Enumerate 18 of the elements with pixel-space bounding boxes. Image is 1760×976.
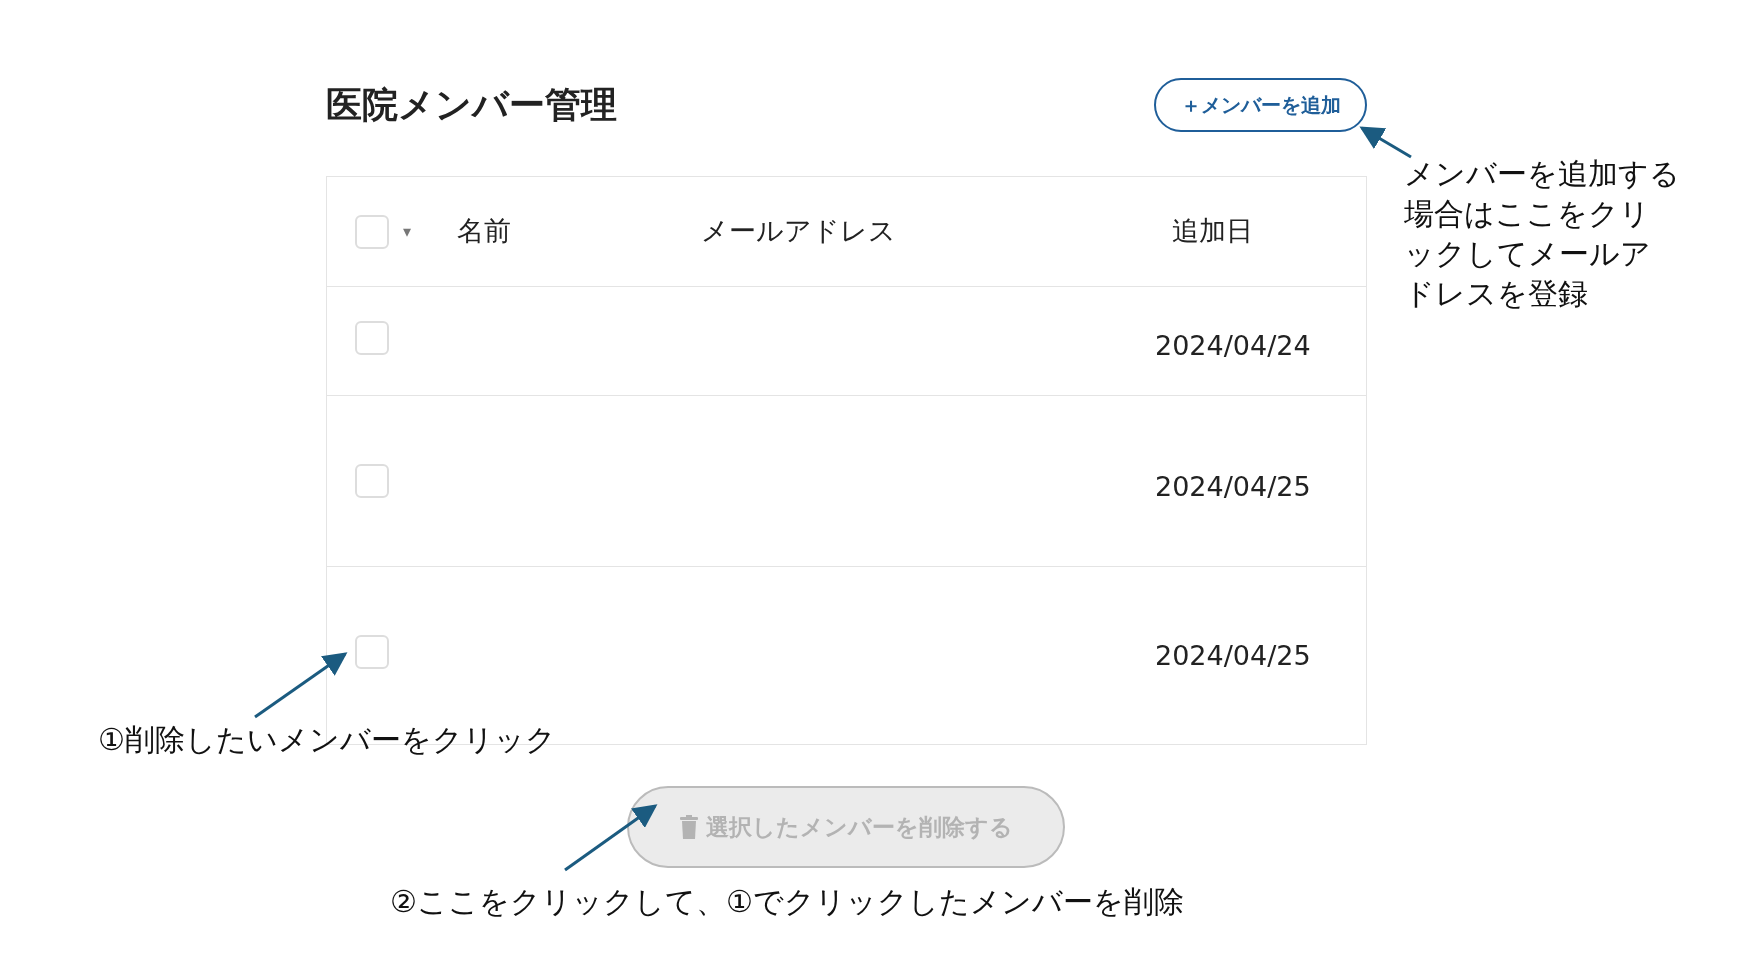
date-cell: 2024/04/25 — [1155, 470, 1311, 502]
annotation-text: ②ここをクリックして、①でクリックしたメンバーを削除 — [390, 883, 1184, 921]
column-header: メールアドレス — [701, 214, 896, 246]
checkbox[interactable] — [355, 634, 389, 669]
date-cell: 2024/04/24 — [1155, 330, 1311, 361]
column-header: 名前 — [457, 214, 511, 246]
column-header: 追加日 — [1172, 214, 1253, 246]
date-cell: 2024/04/25 — [1155, 639, 1311, 671]
checkbox[interactable] — [355, 214, 389, 249]
trash-icon — [679, 815, 698, 839]
checkbox[interactable] — [355, 463, 389, 498]
annotation-text: メンバーを追加する場合はここをクリックしてメールアドレスを登録 — [1404, 155, 1680, 313]
annotation-text: ①削除したいメンバーをクリック — [98, 721, 556, 759]
add-member-button[interactable]: ＋メンバーを追加 — [1154, 78, 1367, 132]
page-title: 医院メンバー管理 — [326, 83, 617, 127]
leader-line — [1359, 126, 1412, 159]
checkbox[interactable] — [355, 321, 389, 355]
dropdown-caret[interactable]: ▾ — [403, 219, 412, 244]
